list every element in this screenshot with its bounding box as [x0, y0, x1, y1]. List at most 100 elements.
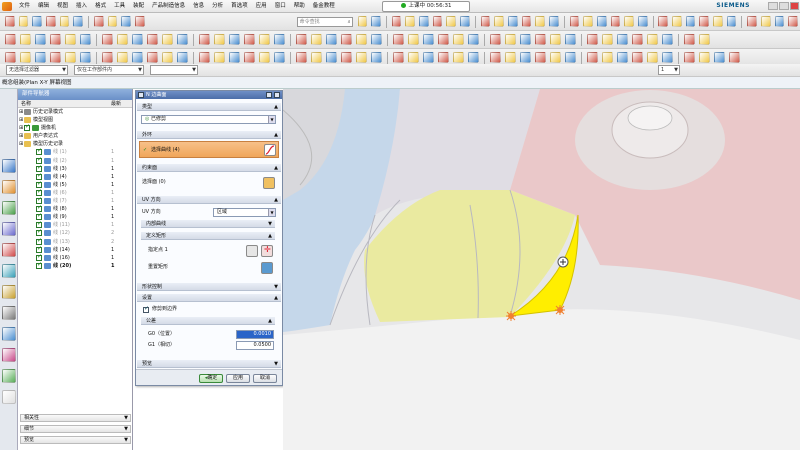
dialog-menu-icon[interactable] [138, 92, 144, 98]
layer-field[interactable]: 1 ▼ [658, 65, 680, 75]
toolbar-tool-icon[interactable] [432, 16, 443, 27]
toolbar-tool-icon[interactable] [468, 52, 479, 63]
menu-item[interactable]: 应用 [252, 0, 271, 13]
toolbar-tool-icon[interactable] [647, 34, 658, 45]
toolbar-tool-icon[interactable] [583, 16, 593, 27]
toolbar-tool-icon[interactable] [438, 52, 449, 63]
toolbar-tool-icon[interactable] [199, 52, 210, 63]
command-search-field[interactable]: 命令查找 ⌕ [296, 16, 353, 27]
toolbar-tool-icon[interactable] [596, 16, 607, 27]
toolbar-tool-icon[interactable] [311, 34, 322, 45]
toolbar-tool-icon[interactable] [505, 34, 516, 45]
visibility-checkbox[interactable] [36, 180, 42, 188]
toolbar-tool-icon[interactable] [107, 16, 118, 27]
toolbar-tool-icon[interactable] [371, 52, 382, 63]
toolbar-tool-icon[interactable] [405, 16, 416, 27]
tree-row[interactable]: 线 (8) 1 [18, 204, 132, 213]
toolbar-tool-icon[interactable] [624, 16, 634, 27]
dialog-close-icon[interactable] [274, 92, 280, 98]
tree-row[interactable]: 线 (6) 1 [18, 188, 132, 197]
toolbar-tool-icon[interactable] [341, 52, 352, 63]
toolbar-tool-icon[interactable] [632, 34, 643, 45]
ok-button[interactable]: ◂确定 [199, 374, 223, 383]
navigator-accordion[interactable]: 预览 ▼ [20, 436, 131, 444]
toolbar-tool-icon[interactable] [535, 52, 546, 63]
expand-icon[interactable]: ⊞ [19, 124, 23, 132]
menu-item[interactable]: 文件 [15, 0, 34, 13]
toolbar-tool-icon[interactable] [617, 34, 628, 45]
toolbar-tool-icon[interactable] [408, 52, 419, 63]
toolbar-tool-icon[interactable] [296, 52, 307, 63]
toolbar-tool-icon[interactable] [729, 52, 740, 63]
toolbar-tool-icon[interactable] [617, 52, 628, 63]
tree-row[interactable]: 线 (4) 1 [18, 172, 132, 181]
toolbar-tool-icon[interactable] [147, 52, 158, 63]
tree-row[interactable]: 线 (1) 1 [18, 147, 132, 156]
type-section[interactable]: 类型 ▲ [137, 103, 281, 111]
tolerance-subsection[interactable]: 公差 ▲ [141, 317, 275, 325]
toolbar-tool-icon[interactable] [274, 34, 285, 45]
menu-item[interactable]: 帮助 [290, 0, 309, 13]
toolbar-tool-icon[interactable] [521, 16, 532, 27]
toolbar-tool-icon[interactable] [20, 52, 31, 63]
toolbar-tool-icon[interactable] [65, 34, 76, 45]
toolbar-tool-icon[interactable] [647, 52, 658, 63]
resource-tab-icon[interactable] [2, 306, 16, 320]
curve-select-icon[interactable] [264, 144, 276, 156]
toolbar-tool-icon[interactable] [468, 34, 479, 45]
toolbar-tool-icon[interactable] [296, 34, 307, 45]
toolbar-tool-icon[interactable] [35, 52, 46, 63]
toolbar-tool-icon[interactable] [134, 16, 145, 27]
point-dialog-icon[interactable] [246, 245, 258, 257]
toolbar-tool-icon[interactable] [505, 52, 516, 63]
toolbar-tool-icon[interactable] [490, 52, 501, 63]
tree-row[interactable]: 线 (9) 1 [18, 212, 132, 221]
tree-row[interactable]: ⊞ 历史记录模式 [18, 108, 132, 116]
toolbar-tool-icon[interactable] [632, 52, 643, 63]
toolbar-tool-icon[interactable] [59, 16, 70, 27]
toolbar-tool-icon[interactable] [357, 16, 368, 27]
column-update-header[interactable]: 最新 [108, 100, 121, 107]
visibility-checkbox[interactable] [36, 237, 42, 245]
point-snap-icon[interactable]: ✛ [261, 245, 273, 257]
menu-item[interactable]: 格式 [91, 0, 110, 13]
inner-curve-subsection[interactable]: 内部曲线 ▼ [141, 220, 275, 228]
expand-icon[interactable]: ⊞ [19, 132, 23, 140]
toolbar-tool-icon[interactable] [20, 34, 31, 45]
resource-tab-icon[interactable] [2, 222, 16, 236]
toolbar-tool-icon[interactable] [774, 16, 785, 27]
visibility-checkbox[interactable] [36, 156, 42, 164]
navigator-accordion[interactable]: 细节 ▼ [20, 425, 131, 433]
menu-item[interactable]: 窗口 [271, 0, 290, 13]
navigator-accordion[interactable]: 相关性 ▼ [20, 414, 131, 422]
tree-row[interactable]: ⊞ 模型历史记录 [18, 140, 132, 148]
toolbar-tool-icon[interactable] [602, 34, 613, 45]
toolbar-tool-icon[interactable] [147, 34, 158, 45]
toolbar-tool-icon[interactable] [684, 34, 695, 45]
expand-icon[interactable]: ⊞ [19, 116, 23, 124]
toolbar-tool-icon[interactable] [438, 34, 449, 45]
toolbar-tool-icon[interactable] [699, 34, 710, 45]
tree-row[interactable]: 线 (13) 2 [18, 237, 132, 246]
resource-tab-icon[interactable] [2, 348, 16, 362]
toolbar-tool-icon[interactable] [453, 52, 464, 63]
g1-input[interactable]: 0.0500 [236, 341, 274, 350]
tree-row[interactable]: ⊞ 摄像机 [18, 123, 132, 132]
menu-item[interactable]: 备金教程 [309, 0, 339, 13]
toolbar-tool-icon[interactable] [393, 34, 404, 45]
visibility-checkbox[interactable] [36, 196, 42, 205]
toolbar-tool-icon[interactable] [80, 52, 91, 63]
shape-control-section[interactable]: 形状控制 ▼ [137, 283, 281, 291]
outer-ring-section[interactable]: 外环 ▲ [137, 131, 281, 139]
toolbar-tool-icon[interactable] [244, 34, 255, 45]
visibility-checkbox[interactable] [36, 220, 42, 229]
reset-icon[interactable] [266, 92, 272, 98]
toolbar-tool-icon[interactable] [274, 52, 285, 63]
menu-item[interactable]: 产品制造信息 [148, 0, 189, 13]
toolbar-tool-icon[interactable] [102, 34, 113, 45]
toolbar-tool-icon[interactable] [73, 16, 84, 27]
toolbar-tool-icon[interactable] [214, 52, 225, 63]
toolbar-tool-icon[interactable] [177, 34, 188, 45]
visibility-checkbox[interactable] [36, 188, 42, 196]
toolbar-tool-icon[interactable] [672, 16, 682, 27]
